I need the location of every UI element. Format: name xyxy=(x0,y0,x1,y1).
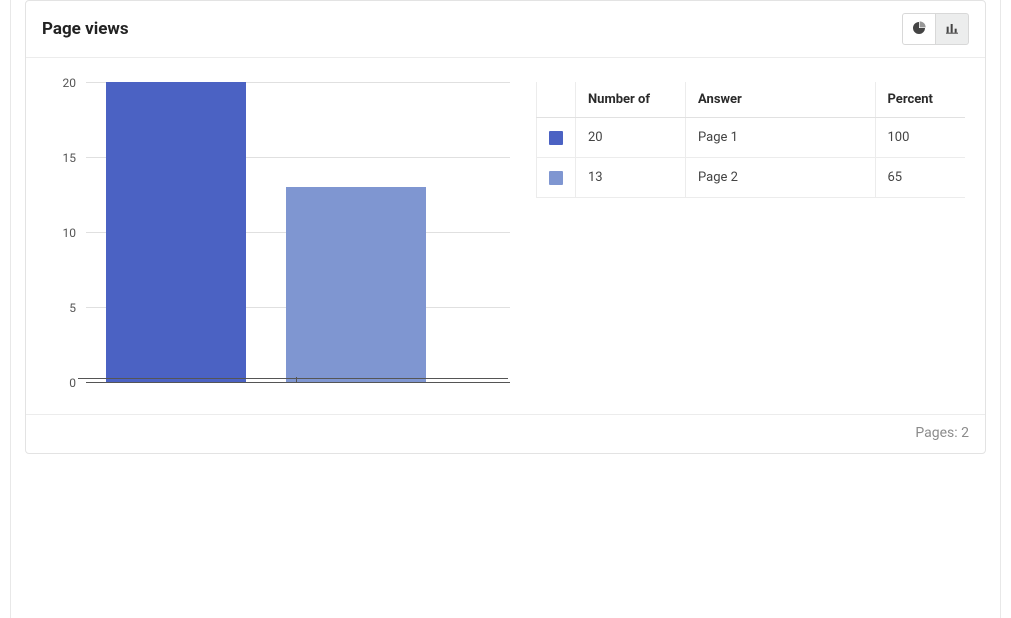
row-percent: 65 xyxy=(875,158,965,198)
table-row: 20Page 1100 xyxy=(537,118,966,158)
row-swatch-cell xyxy=(537,118,576,158)
table-row: 13Page 265 xyxy=(537,158,966,198)
page-views-card: Page views 05101520 xyxy=(25,0,986,454)
card-footer: Pages: 2 xyxy=(26,415,985,453)
grid-line: 0 xyxy=(86,382,510,383)
y-tick-label: 0 xyxy=(69,377,76,389)
bar-chart: 05101520 xyxy=(86,82,506,382)
row-count: 20 xyxy=(576,118,686,158)
card-title: Page views xyxy=(42,19,129,39)
y-tick-label: 15 xyxy=(63,152,77,164)
chart-bar[interactable] xyxy=(286,187,426,382)
y-tick-label: 10 xyxy=(63,227,77,239)
row-answer: Page 1 xyxy=(686,118,876,158)
table-header-row: Number of Answer Percent xyxy=(537,82,966,118)
y-tick-label: 20 xyxy=(63,77,77,89)
row-percent: 100 xyxy=(875,118,965,158)
chart-type-toggle xyxy=(902,13,969,45)
header-answer: Answer xyxy=(686,82,876,118)
pie-chart-button[interactable] xyxy=(902,13,936,45)
row-count: 13 xyxy=(576,158,686,198)
footer-label: Pages: xyxy=(915,425,957,441)
y-tick-label: 5 xyxy=(69,302,76,314)
bar-chart-icon xyxy=(944,20,960,39)
data-table: Number of Answer Percent 20Page 110013Pa… xyxy=(536,82,965,198)
row-swatch-cell xyxy=(537,158,576,198)
chart-bars xyxy=(86,82,506,382)
x-tick xyxy=(296,377,297,383)
color-swatch xyxy=(549,171,563,185)
color-swatch xyxy=(549,131,563,145)
data-table-area: Number of Answer Percent 20Page 110013Pa… xyxy=(536,82,965,382)
header-count: Number of xyxy=(576,82,686,118)
chart-area: 05101520 xyxy=(46,82,506,382)
card-header: Page views xyxy=(26,1,985,58)
chart-bar[interactable] xyxy=(106,82,246,382)
header-percent: Percent xyxy=(875,82,965,118)
pie-chart-icon xyxy=(911,20,927,39)
card-body: 05101520 Number of Answer Percent xyxy=(26,58,985,415)
row-answer: Page 2 xyxy=(686,158,876,198)
header-color xyxy=(537,82,576,118)
x-axis-line xyxy=(78,378,508,382)
footer-count: 2 xyxy=(961,425,969,441)
bar-chart-button[interactable] xyxy=(935,13,969,45)
